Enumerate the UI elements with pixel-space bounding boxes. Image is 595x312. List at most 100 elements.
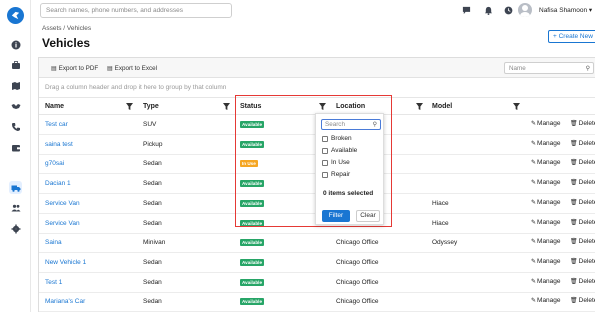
filter-icon[interactable] <box>513 103 520 110</box>
delete-label: Delete <box>578 179 595 187</box>
manage-button[interactable]: ✎Manage <box>531 297 561 304</box>
trash-icon: 🗑 <box>570 180 578 187</box>
status-badge: Available <box>240 278 265 286</box>
column-header-status[interactable]: Status <box>240 103 261 110</box>
manage-button[interactable]: ✎Manage <box>531 238 561 245</box>
manage-button[interactable]: ✎Manage <box>531 258 561 265</box>
truck-icon[interactable] <box>9 181 22 194</box>
manage-label: Manage <box>537 139 561 147</box>
vehicle-name-link[interactable]: Test car <box>45 121 68 128</box>
delete-button[interactable]: 🗑Delete <box>570 199 595 206</box>
filter-button[interactable]: Filter <box>322 210 350 222</box>
delete-label: Delete <box>578 159 595 167</box>
delete-button[interactable]: 🗑Delete <box>570 278 595 285</box>
info-icon[interactable] <box>10 39 21 50</box>
phone-icon[interactable] <box>10 121 21 132</box>
export-pdf-label: Export to PDF <box>58 64 99 72</box>
top-bar: Search names, phone numbers, and address… <box>31 0 595 22</box>
manage-label: Manage <box>537 277 561 285</box>
trash-icon: 🗑 <box>570 298 578 305</box>
vehicle-location: Chicago Office <box>336 298 379 306</box>
vehicle-name-link[interactable]: saina test <box>45 141 73 148</box>
pencil-icon: ✎ <box>531 239 537 246</box>
pencil-icon: ✎ <box>531 121 537 127</box>
vehicle-type: Sedan <box>143 298 162 306</box>
status-badge: Available <box>240 180 265 188</box>
delete-button[interactable]: 🗑Delete <box>570 140 595 147</box>
map-icon[interactable] <box>10 80 21 91</box>
wallet-icon[interactable] <box>10 142 21 153</box>
chevron-down-icon: ▾ <box>588 7 593 14</box>
vehicle-name-link[interactable]: Saina <box>45 239 62 246</box>
delete-button[interactable]: 🗑Delete <box>570 159 595 166</box>
column-header-name[interactable]: Name <box>45 103 64 110</box>
selected-count: 0 items selected <box>323 190 374 197</box>
manage-button[interactable]: ✎Manage <box>531 159 561 166</box>
manage-label: Manage <box>537 198 561 206</box>
vehicle-name-link[interactable]: Mariana's Car <box>45 298 85 305</box>
vehicle-name-link[interactable]: Service Van <box>45 220 80 227</box>
breadcrumb: Assets / Vehicles <box>42 25 92 32</box>
clock-icon[interactable] <box>503 5 513 15</box>
grid-search-input[interactable]: Name ⚲ <box>504 62 594 74</box>
manage-button[interactable]: ✎Manage <box>531 140 561 147</box>
delete-button[interactable]: 🗑Delete <box>570 297 595 304</box>
table-row: Test 1 Sedan Available Chicago Office ✎Manag… <box>39 273 595 293</box>
filter-option-in-use[interactable]: In Use <box>322 159 350 166</box>
user-menu[interactable]: Nafisa Shamoon ▾ <box>539 6 592 14</box>
trash-icon: 🗑 <box>570 239 578 246</box>
column-header-model[interactable]: Model <box>432 103 452 110</box>
briefcase-icon[interactable] <box>10 59 21 70</box>
delete-button[interactable]: 🗑Delete <box>570 219 595 226</box>
filter-option-available[interactable]: Available <box>322 147 357 154</box>
manage-button[interactable]: ✎Manage <box>531 278 561 285</box>
user-name: Nafisa Shamoon <box>539 7 588 14</box>
avatar[interactable] <box>518 3 532 17</box>
settings-icon[interactable] <box>10 223 21 234</box>
manage-label: Manage <box>537 238 561 246</box>
column-header-type[interactable]: Type <box>143 103 159 110</box>
checkbox[interactable] <box>322 147 328 154</box>
filter-icon[interactable] <box>126 103 133 110</box>
bell-icon[interactable] <box>483 5 493 15</box>
export-pdf-button[interactable]: ▤ Export to PDF <box>47 62 102 74</box>
delete-label: Delete <box>578 257 595 265</box>
vehicle-name-link[interactable]: Dacian 1 <box>45 180 71 187</box>
trash-icon: 🗑 <box>570 219 578 226</box>
users-icon[interactable] <box>10 202 21 213</box>
filter-option-repair[interactable]: Repair <box>322 171 350 178</box>
export-excel-button[interactable]: ▤ Export to Excel <box>103 62 161 74</box>
delete-button[interactable]: 🗑Delete <box>570 120 595 127</box>
filter-search-input[interactable]: Search ⚲ <box>321 119 381 130</box>
create-new-button[interactable]: + Create New <box>548 30 595 43</box>
manage-button[interactable]: ✎Manage <box>531 219 561 226</box>
vehicle-name-link[interactable]: Test 1 <box>45 279 62 286</box>
delete-label: Delete <box>578 120 595 127</box>
delete-button[interactable]: 🗑Delete <box>570 238 595 245</box>
checkbox[interactable] <box>322 171 328 178</box>
delete-button[interactable]: 🗑Delete <box>570 258 595 265</box>
vehicle-type: Sedan <box>143 180 162 188</box>
filter-icon[interactable] <box>223 103 230 110</box>
checkbox[interactable] <box>322 135 328 142</box>
vehicle-name-link[interactable]: g70sai <box>45 160 64 167</box>
clear-button[interactable]: Clear <box>356 210 380 222</box>
chat-icon[interactable] <box>461 5 471 15</box>
vehicle-name-link[interactable]: Service Van <box>45 200 80 207</box>
vehicle-location: Chicago Office <box>336 278 379 286</box>
filter-icon[interactable] <box>319 103 326 110</box>
filter-option-broken[interactable]: Broken <box>322 135 352 142</box>
filter-icon[interactable] <box>416 103 423 110</box>
delete-button[interactable]: 🗑Delete <box>570 179 595 186</box>
manage-button[interactable]: ✎Manage <box>531 199 561 206</box>
group-panel[interactable]: Drag a column header and drop it here to… <box>45 84 226 91</box>
vehicle-name-link[interactable]: New Vehicle 1 <box>45 259 86 266</box>
manage-button[interactable]: ✎Manage <box>531 120 561 127</box>
handshake-icon[interactable] <box>10 100 21 111</box>
app-logo[interactable] <box>7 7 24 24</box>
global-search-input[interactable]: Search names, phone numbers, and address… <box>40 3 232 18</box>
checkbox[interactable] <box>322 159 328 166</box>
column-header-location[interactable]: Location <box>336 103 365 110</box>
manage-button[interactable]: ✎Manage <box>531 179 561 186</box>
search-icon: ⚲ <box>372 122 377 128</box>
